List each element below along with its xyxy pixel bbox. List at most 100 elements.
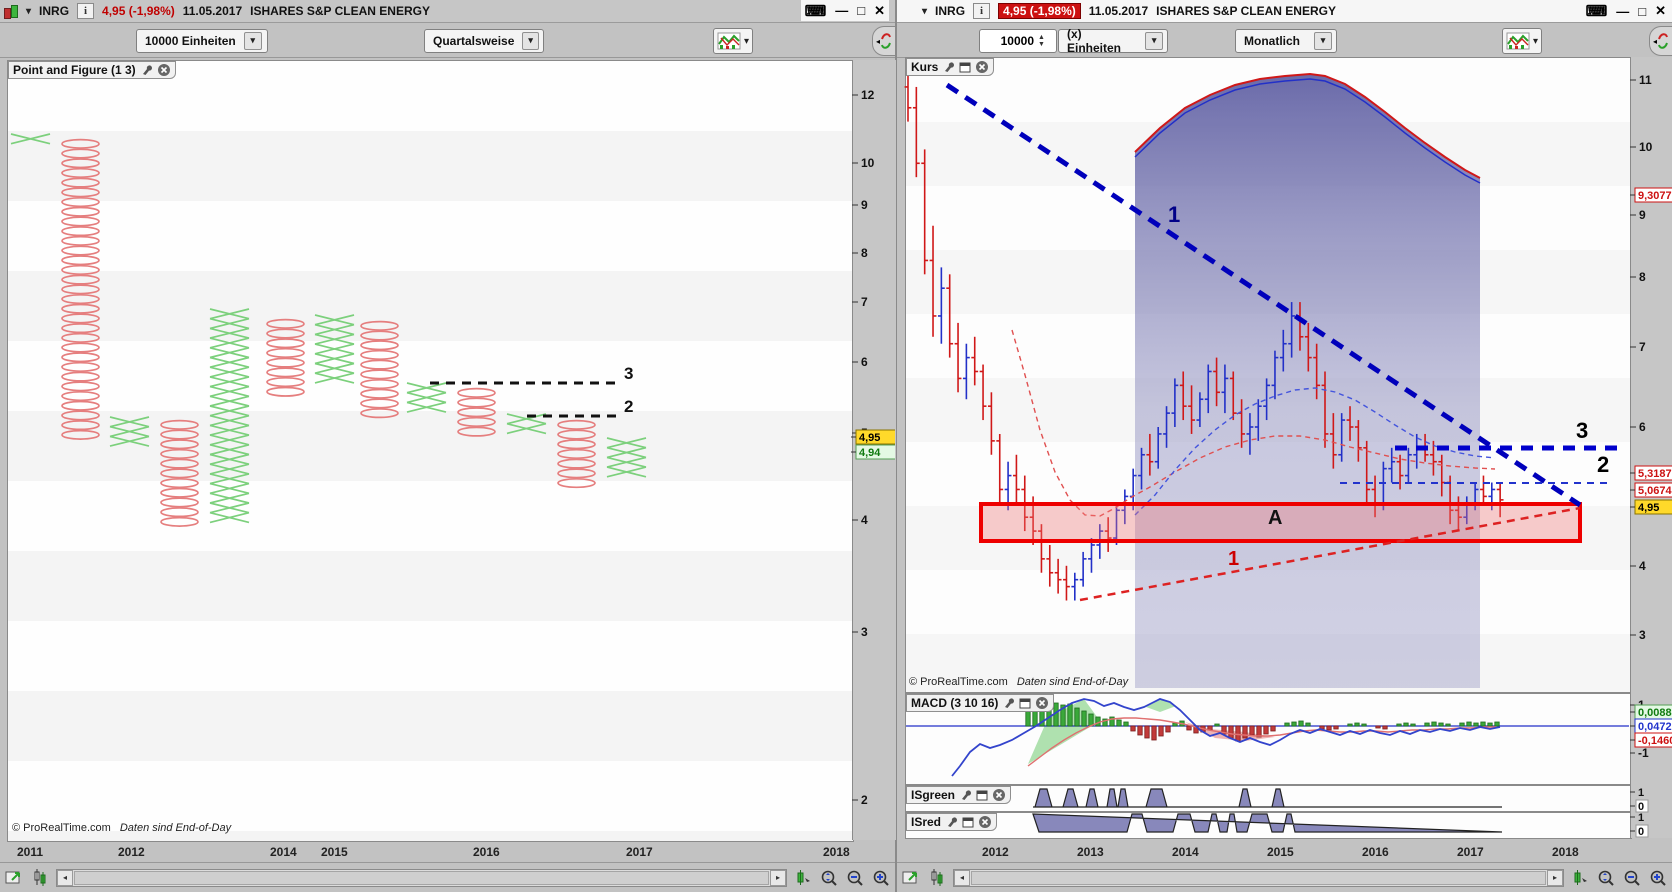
right-bottom-toolbar: ◂ ▸: [897, 862, 1672, 892]
window-icon[interactable]: [976, 790, 988, 801]
pnf-price-axis[interactable]: [852, 60, 896, 840]
symbol-label: INRG: [935, 4, 965, 18]
minimize-button[interactable]: —: [1616, 4, 1629, 19]
zoom-fit-icon[interactable]: [819, 868, 839, 888]
close-icon[interactable]: [1035, 696, 1049, 710]
svg-text:2015: 2015: [321, 845, 348, 859]
isgreen-panel[interactable]: [905, 785, 1632, 812]
units-type-dropdown[interactable]: (x) Einheiten ▾: [1058, 29, 1168, 53]
close-icon[interactable]: [978, 815, 992, 829]
scroll-left-icon[interactable]: ◂: [57, 870, 73, 886]
close-icon[interactable]: [157, 63, 171, 77]
panel-collapse-button[interactable]: ◂: [1649, 26, 1672, 56]
chart-type-icon: [717, 32, 741, 50]
scroll-right-icon[interactable]: ▸: [770, 870, 786, 886]
copyright-note: © ProRealTime.com Daten sind End-of-Day: [12, 822, 231, 834]
period-dropdown[interactable]: Quartalsweise ▾: [424, 29, 544, 53]
zoom-fit-icon[interactable]: [1596, 868, 1616, 888]
scroll-right-icon[interactable]: ▸: [1547, 870, 1563, 886]
keyboard-icon[interactable]: ⌨: [1586, 2, 1608, 20]
refresh-arrows-icon: [1657, 31, 1669, 51]
copyright-text: © ProRealTime.com: [909, 676, 1008, 688]
last-candle-icon[interactable]: [1570, 868, 1590, 888]
symbol-dropdown-icon[interactable]: ▾: [922, 6, 927, 17]
screenshot-icon[interactable]: [901, 868, 921, 888]
zoom-in-icon[interactable]: [871, 868, 891, 888]
quote-date: 11.05.2017: [1089, 4, 1148, 18]
chart-type-button[interactable]: ▾: [1502, 28, 1542, 54]
chart-type-button[interactable]: ▾: [713, 28, 753, 54]
close-button[interactable]: ✕: [874, 3, 885, 19]
svg-text:2017: 2017: [626, 845, 653, 859]
zoom-in-icon[interactable]: [1648, 868, 1668, 888]
chevron-down-icon: ▾: [1145, 32, 1163, 50]
window-kurs-monthly: ▾ INRG i 4,95 (-1,98%) 11.05.2017 ISHARE…: [897, 0, 1672, 892]
wrench-icon[interactable]: [959, 789, 972, 801]
chevron-down-icon: ▾: [1314, 32, 1332, 50]
svg-text:2011: 2011: [17, 845, 43, 859]
close-button[interactable]: ✕: [1655, 3, 1666, 19]
svg-text:2016: 2016: [1362, 845, 1389, 859]
wrench-icon[interactable]: [140, 64, 153, 76]
quote-date: 11.05.2017: [183, 4, 242, 18]
info-icon[interactable]: i: [77, 3, 94, 19]
chevron-down-icon: ▾: [1533, 36, 1538, 47]
zoom-out-icon[interactable]: [845, 868, 865, 888]
svg-text:2014: 2014: [270, 845, 297, 859]
data-note-text: Daten sind End-of-Day: [1017, 676, 1128, 688]
units-spinner[interactable]: ▲▼: [979, 29, 1057, 53]
panel-collapse-button[interactable]: ◂: [872, 26, 895, 56]
left-bottom-toolbar: ◂ ▸: [0, 862, 895, 892]
info-icon[interactable]: i: [973, 3, 990, 19]
window-icon[interactable]: [962, 817, 974, 828]
window-icon[interactable]: [959, 62, 971, 73]
window-icon[interactable]: [1019, 698, 1031, 709]
zoom-out-icon[interactable]: [1622, 868, 1642, 888]
right-toolbar: ▲▼ (x) Einheiten ▾ Monatlich ▾ ▾ ◂: [897, 23, 1672, 58]
units-count-input[interactable]: [980, 33, 1036, 49]
candlestick-logo-icon: [4, 5, 18, 18]
spinner-arrows-icon[interactable]: ▲▼: [1038, 34, 1045, 48]
close-icon[interactable]: [992, 788, 1006, 802]
right-price-axis[interactable]: [1630, 57, 1672, 838]
chevron-down-icon: ▾: [744, 36, 749, 47]
scroll-left-icon[interactable]: ◂: [954, 870, 970, 886]
isred-panel[interactable]: [905, 812, 1632, 839]
symbol-dropdown-icon[interactable]: ▾: [26, 6, 31, 17]
svg-text:2016: 2016: [473, 845, 500, 859]
svg-text:2013: 2013: [1077, 845, 1104, 859]
wrench-icon[interactable]: [1002, 697, 1015, 709]
last-candle-icon[interactable]: [793, 868, 813, 888]
bar-settings-icon[interactable]: [927, 868, 947, 888]
pnf-chart-area[interactable]: [7, 60, 854, 842]
kurs-chart-area[interactable]: [905, 57, 1632, 693]
close-icon[interactable]: [975, 60, 989, 74]
price-change-badge: 4,95 (-1,98%): [998, 3, 1081, 19]
wrench-icon[interactable]: [945, 816, 958, 828]
isgreen-label: ISgreen: [911, 788, 955, 802]
wrench-icon[interactable]: [942, 61, 955, 73]
maximize-button[interactable]: □: [857, 3, 865, 18]
svg-text:2014: 2014: [1172, 845, 1199, 859]
right-horizontal-scrollbar[interactable]: ◂ ▸: [953, 869, 1564, 887]
chevron-down-icon: ▾: [522, 32, 539, 50]
macd-tag: MACD (3 10 16): [906, 694, 1054, 712]
window-point-and-figure: ▾ INRG i 4,95 (-1,98%) 11.05.2017 ISHARE…: [0, 0, 897, 892]
minimize-button[interactable]: —: [835, 3, 848, 18]
scrollbar-thumb[interactable]: [971, 871, 1546, 885]
pnf-indicator-tag: Point and Figure (1 3): [8, 61, 176, 79]
svg-text:2018: 2018: [823, 845, 850, 859]
scrollbar-thumb[interactable]: [74, 871, 769, 885]
maximize-button[interactable]: □: [1638, 4, 1646, 19]
left-horizontal-scrollbar[interactable]: ◂ ▸: [56, 869, 787, 887]
svg-text:2015: 2015: [1267, 845, 1294, 859]
refresh-arrows-icon: [880, 31, 892, 51]
period-dropdown[interactable]: Monatlich ▾: [1235, 29, 1337, 53]
keyboard-icon[interactable]: ⌨: [805, 2, 827, 20]
price-change: 4,95 (-1,98%): [102, 4, 175, 18]
units-dropdown[interactable]: 10000 Einheiten ▾: [136, 29, 268, 53]
data-note-text: Daten sind End-of-Day: [120, 822, 231, 834]
bar-settings-icon[interactable]: [30, 868, 50, 888]
screenshot-icon[interactable]: [4, 868, 24, 888]
kurs-tag: Kurs: [906, 58, 994, 76]
